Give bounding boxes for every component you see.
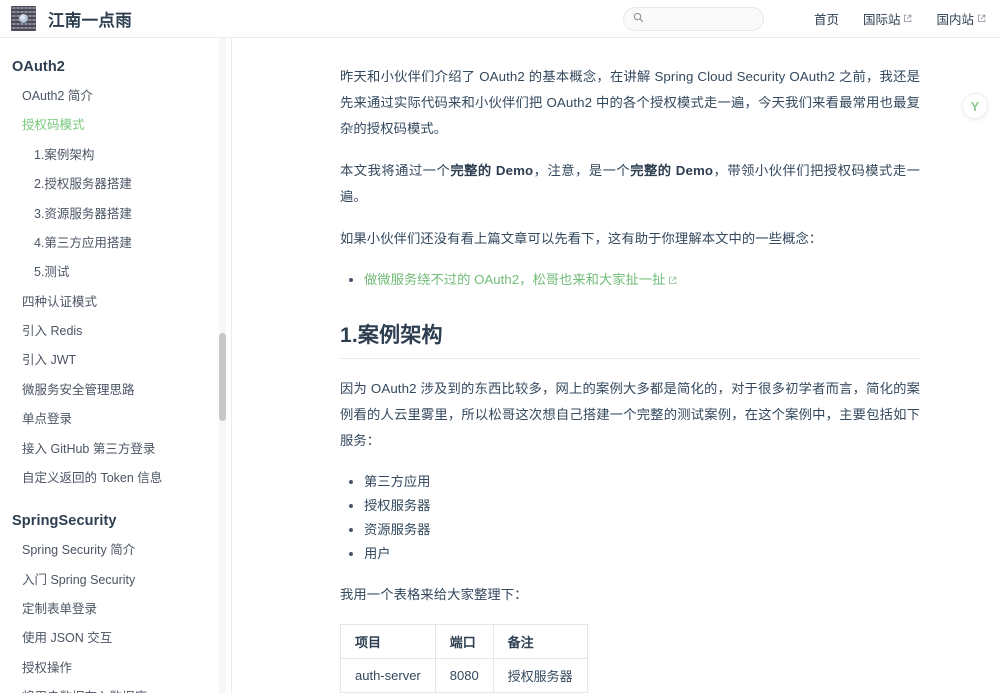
search-icon bbox=[633, 10, 644, 28]
sidebar-scrollbar-thumb[interactable] bbox=[219, 333, 226, 421]
sidebar-group-springsecurity: SpringSecurity Spring Security 简介 入门 Spr… bbox=[0, 506, 231, 693]
external-link-icon bbox=[903, 12, 912, 26]
floating-logo-badge-button[interactable]: Y bbox=[962, 93, 988, 119]
previous-article-link[interactable]: 做微服务绕不过的 OAuth2，松哥也来和大家扯一扯 bbox=[364, 272, 665, 287]
navbar-right: 首页 国际站 国内站 bbox=[623, 7, 1000, 31]
sidebar-item-json-interaction[interactable]: 使用 JSON 交互 bbox=[0, 624, 231, 653]
sidebar-item-auth-server-setup[interactable]: 2.授权服务器搭建 bbox=[0, 170, 231, 199]
sidebar-item-getting-started[interactable]: 入门 Spring Security bbox=[0, 566, 231, 595]
table-col-project: 项目 bbox=[341, 625, 436, 659]
table-col-port: 端口 bbox=[435, 625, 493, 659]
paragraph-demo-part2: ，注意，是一个 bbox=[533, 163, 630, 178]
list-item: 授权服务器 bbox=[361, 494, 920, 518]
paragraph-prereq: 如果小伙伴们还没有看上篇文章可以先看下，这有助于你理解本文中的一些概念： bbox=[340, 226, 920, 252]
article-body: 昨天和小伙伴们介绍了 OAuth2 的基本概念，在讲解 Spring Cloud… bbox=[232, 38, 1000, 693]
sidebar-group-title-oauth2: OAuth2 bbox=[0, 52, 231, 82]
paragraph-table-intro: 我用一个表格来给大家整理下： bbox=[340, 582, 920, 608]
nav-link-domestic-label: 国内站 bbox=[936, 9, 974, 28]
sidebar-item-third-party-app-setup[interactable]: 4.第三方应用搭建 bbox=[0, 229, 231, 258]
nav-link-home[interactable]: 首页 bbox=[814, 9, 839, 28]
sidebar-item-store-user-data-db[interactable]: 将用户数据存入数据库 bbox=[0, 683, 231, 693]
reference-link-list: 做微服务绕不过的 OAuth2，松哥也来和大家扯一扯 bbox=[340, 268, 920, 293]
table-cell-project: auth-server bbox=[341, 659, 436, 693]
sidebar-item-custom-token-info[interactable]: 自定义返回的 Token 信息 bbox=[0, 464, 231, 493]
sidebar-item-four-auth-modes[interactable]: 四种认证模式 bbox=[0, 288, 231, 317]
list-item: 第三方应用 bbox=[361, 470, 920, 494]
sidebar-item-microservice-security[interactable]: 微服务安全管理思路 bbox=[0, 376, 231, 405]
sidebar-item-github-login[interactable]: 接入 GitHub 第三方登录 bbox=[0, 435, 231, 464]
paragraph-demo-bold2: 完整的 Demo bbox=[630, 163, 713, 178]
navbar-left: 江南一点雨 bbox=[0, 6, 132, 31]
table-row: auth-server 8080 授权服务器 bbox=[341, 659, 588, 693]
sidebar-item-spring-security-intro[interactable]: Spring Security 简介 bbox=[0, 536, 231, 565]
external-link-icon bbox=[977, 12, 986, 26]
sidebar-item-authorization-code-mode[interactable]: 授权码模式 bbox=[0, 111, 231, 140]
sidebar-item-custom-form-login[interactable]: 定制表单登录 bbox=[0, 595, 231, 624]
paragraph-demo-bold1: 完整的 Demo bbox=[450, 163, 533, 178]
external-link-icon bbox=[668, 269, 677, 293]
sidebar-item-case-architecture[interactable]: 1.案例架构 bbox=[0, 141, 231, 170]
logo-badge-icon: Y bbox=[971, 100, 980, 113]
list-item: 用户 bbox=[361, 542, 920, 566]
sidebar-item-resource-server-setup[interactable]: 3.资源服务器搭建 bbox=[0, 200, 231, 229]
table-header-row: 项目 端口 备注 bbox=[341, 625, 588, 659]
table-cell-remark: 授权服务器 bbox=[493, 659, 587, 693]
paragraph-demo-part1: 本文我将通过一个 bbox=[340, 163, 450, 178]
table-body: auth-server 8080 授权服务器 user-server 8081 … bbox=[341, 659, 588, 693]
qr-code-logo-icon[interactable] bbox=[11, 6, 36, 31]
table-cell-port: 8080 bbox=[435, 659, 493, 693]
main-content: 昨天和小伙伴们介绍了 OAuth2 的基本概念，在讲解 Spring Cloud… bbox=[232, 38, 1000, 693]
nav-link-international-label: 国际站 bbox=[863, 9, 901, 28]
search-input[interactable] bbox=[649, 13, 759, 25]
sidebar-item-authorization-ops[interactable]: 授权操作 bbox=[0, 654, 231, 683]
paragraph-demo: 本文我将通过一个完整的 Demo，注意，是一个完整的 Demo，带领小伙伴们把授… bbox=[340, 158, 920, 210]
sidebar-item-redis[interactable]: 引入 Redis bbox=[0, 317, 231, 346]
sidebar-item-sso[interactable]: 单点登录 bbox=[0, 405, 231, 434]
service-list: 第三方应用 授权服务器 资源服务器 用户 bbox=[340, 470, 920, 566]
site-title: 江南一点雨 bbox=[48, 7, 132, 31]
sidebar-group-oauth2: OAuth2 OAuth2 简介 授权码模式 1.案例架构 2.授权服务器搭建 … bbox=[0, 52, 231, 493]
nav-link-home-label: 首页 bbox=[814, 9, 839, 28]
nav-link-domestic[interactable]: 国内站 bbox=[936, 9, 986, 28]
list-item: 做微服务绕不过的 OAuth2，松哥也来和大家扯一扯 bbox=[361, 268, 920, 293]
sidebar-item-oauth2-intro[interactable]: OAuth2 简介 bbox=[0, 82, 231, 111]
paragraph-intro: 昨天和小伙伴们介绍了 OAuth2 的基本概念，在讲解 Spring Cloud… bbox=[340, 64, 920, 142]
sidebar: OAuth2 OAuth2 简介 授权码模式 1.案例架构 2.授权服务器搭建 … bbox=[0, 38, 232, 693]
nav-link-international[interactable]: 国际站 bbox=[863, 9, 913, 28]
table-col-remark: 备注 bbox=[493, 625, 587, 659]
top-navbar: 江南一点雨 首页 国际站 国内站 bbox=[0, 0, 1000, 38]
sidebar-item-jwt[interactable]: 引入 JWT bbox=[0, 346, 231, 375]
search-box[interactable] bbox=[623, 7, 764, 31]
sidebar-nav: OAuth2 OAuth2 简介 授权码模式 1.案例架构 2.授权服务器搭建 … bbox=[0, 38, 231, 693]
sidebar-group-title-springsecurity: SpringSecurity bbox=[0, 506, 231, 536]
table-head: 项目 端口 备注 bbox=[341, 625, 588, 659]
list-item: 资源服务器 bbox=[361, 518, 920, 542]
section-heading-case-architecture: 1.案例架构 bbox=[340, 319, 920, 359]
services-table: 项目 端口 备注 auth-server 8080 授权服务器 user-ser… bbox=[340, 624, 588, 693]
sidebar-item-test[interactable]: 5.测试 bbox=[0, 258, 231, 287]
paragraph-case-background: 因为 OAuth2 涉及到的东西比较多，网上的案例大多都是简化的，对于很多初学者… bbox=[340, 376, 920, 454]
